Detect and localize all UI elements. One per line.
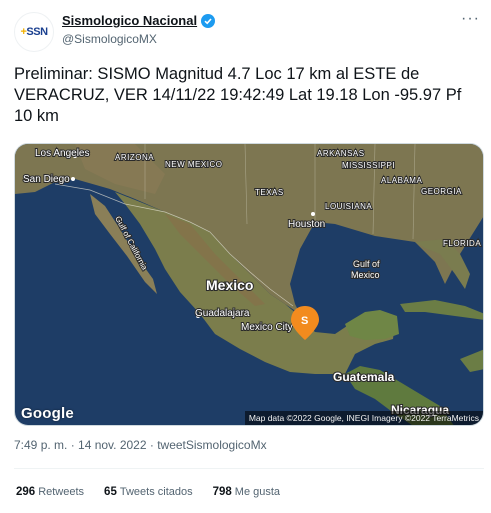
label-florida: FLORIDA [443,239,481,248]
tweet-timestamp[interactable]: 7:49 p. m. · 14 nov. 2022 · tweetSismolo… [14,438,267,452]
tweet-stats: 296 Retweets 65 Tweets citados 798 Me gusta [16,486,280,498]
label-new-mexico: NEW MEXICO [165,160,222,169]
label-gulf-of-mexico-1: Gulf of [353,259,380,269]
display-name[interactable]: Sismologico Nacional [62,13,216,28]
label-louisiana: LOUISIANA [325,202,372,211]
likes-count: 798 [212,486,232,498]
label-san-diego: San Diego [23,174,70,185]
likes-label: Me gusta [234,486,281,498]
avatar[interactable]: +SSN [14,12,54,52]
label-gulf-of-mexico-2: Mexico [351,270,380,280]
divider [14,468,484,469]
label-georgia: GEORGIA [421,187,462,196]
label-arizona: ARIZONA [115,153,154,162]
quotes-count: 65 [104,486,117,498]
retweets-label: Retweets [38,486,85,498]
tweet-text: Preliminar: SISMO Magnitud 4.7 Loc 17 km… [14,65,462,125]
verified-badge-icon [201,13,216,28]
author-names: Sismologico Nacional @SismologicoMX [62,12,216,46]
map-image[interactable]: Los Angeles San Diego ARIZONA NEW MEXICO… [14,143,484,426]
tweet-header: +SSN Sismologico Nacional @SismologicoMX… [14,10,484,52]
map-attribution: Map data ©2022 Google, INEGI Imagery ©20… [244,411,483,425]
label-guatemala: Guatemala [333,370,395,384]
label-guadalajara: Guadalajara [195,308,250,319]
quotes-stat[interactable]: 65 Tweets citados [104,486,193,498]
label-los-angeles: Los Angeles [35,148,90,159]
label-houston: Houston [288,219,325,230]
epicenter-marker-letter: S [301,315,308,327]
display-name-text[interactable]: Sismologico Nacional [62,13,197,28]
label-texas: TEXAS [255,188,284,197]
label-alabama: ALABAMA [381,176,422,185]
retweets-stat[interactable]: 296 Retweets [16,486,84,498]
label-mississippi: MISSISSIPPI [342,161,395,170]
label-arkansas: ARKANSAS [317,149,365,158]
handle[interactable]: @SismologicoMX [62,32,215,46]
retweets-count: 296 [16,486,36,498]
label-mexico: Mexico [206,277,253,293]
likes-stat[interactable]: 798 Me gusta [213,486,280,498]
avatar-logo: +SSN [20,26,48,38]
quotes-label: Tweets citados [119,486,193,498]
map-canvas: Los Angeles San Diego ARIZONA NEW MEXICO… [15,144,483,425]
google-logo: Google [21,405,74,422]
label-mexico-city: Mexico City [241,322,293,333]
more-options-icon[interactable]: ··· [461,11,480,27]
